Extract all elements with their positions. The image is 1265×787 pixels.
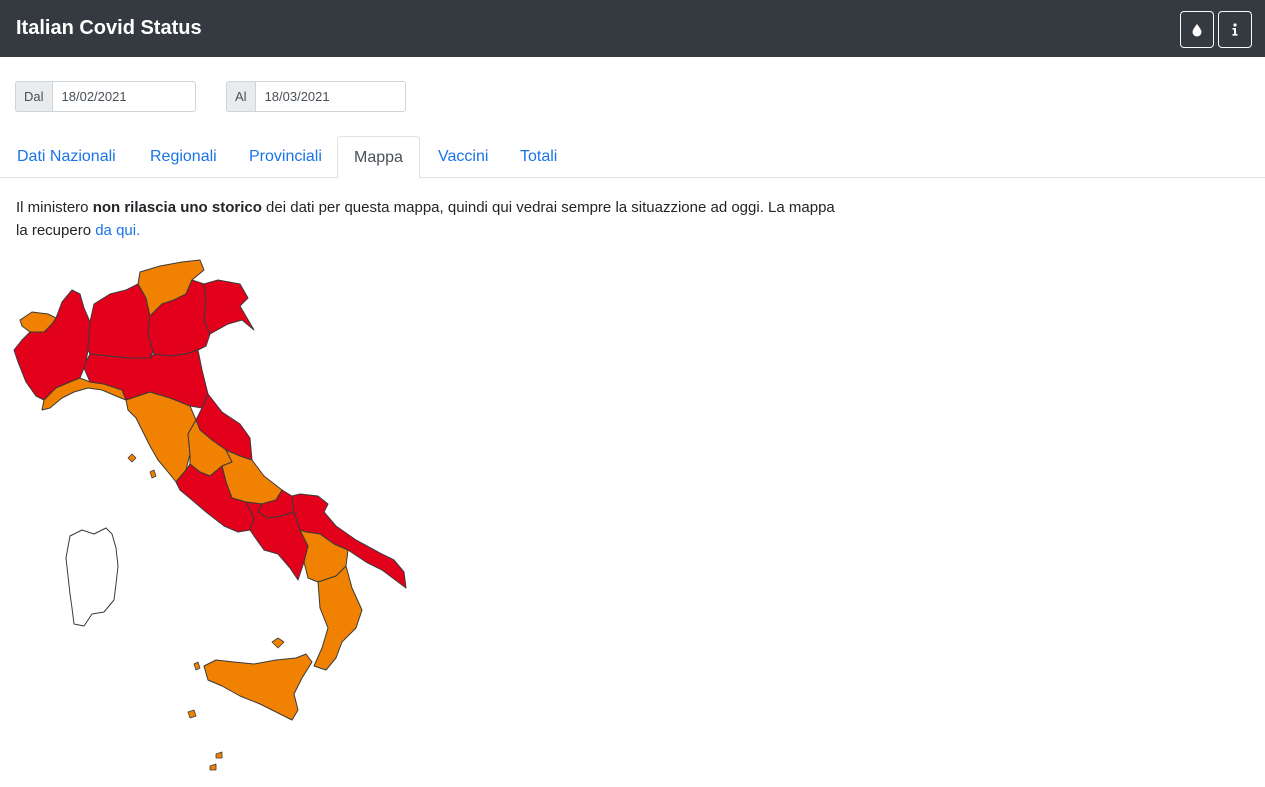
info-icon xyxy=(1232,22,1238,36)
navbar: Italian Covid Status xyxy=(0,0,1265,57)
droplet-icon xyxy=(1192,23,1202,36)
island-linosa xyxy=(209,763,217,771)
island-giglio xyxy=(149,469,157,479)
tab-totali[interactable]: Totali xyxy=(504,136,573,178)
intro-bold-text: non rilascia uno storico xyxy=(92,199,262,216)
italy-map xyxy=(13,259,407,771)
region-sardegna[interactable] xyxy=(65,527,119,627)
date-to-input[interactable] xyxy=(254,81,406,112)
intro-text-1: Il ministero xyxy=(16,199,93,216)
tab-mappa[interactable]: Mappa xyxy=(337,136,420,179)
tab-bar: Dati Nazionali Regionali Provinciali Map… xyxy=(0,136,1265,179)
tab-vaccini[interactable]: Vaccini xyxy=(422,136,504,178)
tab-dati-nazionali[interactable]: Dati Nazionali xyxy=(1,136,132,178)
island-egadi xyxy=(193,661,201,671)
theme-toggle-button[interactable] xyxy=(1180,11,1214,48)
island-lampedusa xyxy=(215,751,223,759)
island-pantelleria xyxy=(187,709,197,719)
island-elba xyxy=(127,453,137,463)
date-to-group: Al xyxy=(226,81,406,112)
region-calabria[interactable] xyxy=(313,565,363,671)
date-from-input[interactable] xyxy=(51,81,196,112)
tab-provinciali[interactable]: Provinciali xyxy=(233,136,338,178)
tab-regionali[interactable]: Regionali xyxy=(134,136,233,178)
island-aeolian xyxy=(271,637,285,649)
info-button[interactable] xyxy=(1218,11,1252,48)
app-title: Italian Covid Status xyxy=(16,17,202,39)
region-toscana[interactable] xyxy=(125,391,197,483)
date-to-label: Al xyxy=(226,81,255,112)
date-from-group: Dal xyxy=(15,81,196,112)
region-sicilia[interactable] xyxy=(203,653,313,721)
date-from-label: Dal xyxy=(15,81,52,112)
region-friuli[interactable] xyxy=(203,279,255,335)
map-description: Il ministero non rilascia uno storico de… xyxy=(16,196,846,242)
source-link[interactable]: da qui. xyxy=(95,222,140,239)
